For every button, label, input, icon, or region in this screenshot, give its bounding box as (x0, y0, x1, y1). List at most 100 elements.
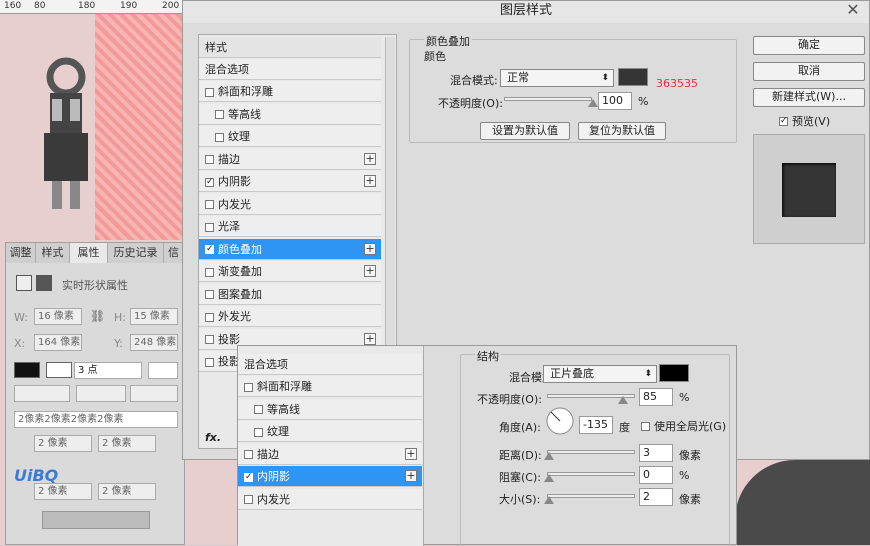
distance-slider[interactable] (544, 450, 635, 460)
size-input[interactable]: 2 (639, 488, 673, 506)
mask-mode-icon[interactable] (36, 275, 52, 291)
style-item[interactable]: 纹理 (238, 421, 422, 442)
opacity-input[interactable]: 100 (598, 92, 632, 110)
style-item[interactable]: ✓ 内阴影 + (238, 466, 422, 487)
tab-info[interactable]: 信 (164, 243, 184, 263)
style-checkbox[interactable] (215, 132, 224, 142)
style-item[interactable]: 内发光 (238, 488, 422, 510)
width-field[interactable]: 16 像素 (34, 308, 82, 325)
choke-input[interactable]: 0 (639, 466, 673, 484)
style-checkbox[interactable] (244, 382, 253, 392)
global-light-checkbox[interactable] (641, 421, 650, 431)
add-style-icon[interactable]: + (364, 332, 376, 345)
set-default-button[interactable]: 设置为默认值 (480, 122, 570, 140)
shape-mode-icon[interactable] (16, 275, 32, 291)
style-item[interactable]: 等高线 (199, 103, 381, 125)
radius-bl-field[interactable]: 2 像素 (34, 483, 92, 500)
style-checkbox[interactable] (244, 450, 253, 459)
style-checkbox[interactable] (205, 357, 214, 367)
overlay-color-swatch[interactable] (618, 68, 648, 86)
angle-dial-icon[interactable] (545, 406, 575, 436)
style-checkbox[interactable]: ✓ (205, 245, 214, 254)
add-style-icon[interactable]: + (364, 175, 376, 187)
blend-mode-select-2[interactable]: 正片叠底 ⬍ (543, 365, 657, 383)
add-style-icon[interactable]: + (364, 242, 376, 255)
blend-options-item[interactable]: 混合选项 (199, 59, 381, 80)
size-slider[interactable] (544, 494, 635, 504)
style-checkbox[interactable] (254, 405, 263, 414)
style-checkbox[interactable]: ✓ (244, 472, 253, 482)
tab-properties[interactable]: 属性 (70, 243, 108, 263)
style-checkbox[interactable] (205, 267, 214, 277)
add-style-icon[interactable]: + (405, 470, 417, 482)
distance-input[interactable]: 3 (639, 444, 673, 462)
style-item[interactable]: 图案叠加 (199, 283, 381, 305)
choke-slider[interactable] (544, 472, 635, 482)
join-select[interactable] (130, 385, 178, 402)
styles-scrollbar[interactable] (385, 37, 395, 347)
distance-slider-thumb[interactable] (544, 452, 554, 460)
stroke-style-select[interactable] (148, 362, 178, 379)
style-item[interactable]: 光泽 (199, 216, 381, 237)
radius-all-field[interactable]: 2像素2像素2像素2像素 (14, 411, 178, 428)
fill-color-swatch[interactable] (14, 362, 40, 378)
style-item[interactable]: 纹理 (199, 126, 381, 147)
cap-select[interactable] (76, 385, 126, 402)
add-style-icon[interactable]: + (364, 152, 376, 165)
preview-checkbox-row[interactable]: ✓ 预览(V) (779, 113, 830, 129)
style-checkbox[interactable] (205, 290, 214, 299)
style-item[interactable]: 渐变叠加 + (199, 261, 381, 282)
stroke-color-swatch[interactable] (46, 362, 72, 378)
close-icon[interactable]: ✕ (843, 1, 863, 19)
x-field[interactable]: 164 像素 (34, 334, 82, 351)
style-checkbox[interactable] (205, 335, 214, 344)
ok-button[interactable]: 确定 (753, 36, 865, 55)
style-item[interactable]: 描边 + (199, 148, 381, 170)
style-checkbox[interactable] (205, 87, 214, 97)
blend-options-item-2[interactable]: 混合选项 (238, 354, 422, 375)
shadow-color-swatch[interactable] (659, 364, 689, 382)
tab-history[interactable]: 历史记录 (108, 243, 164, 263)
opacity-slider[interactable] (504, 97, 598, 107)
opacity-input-2[interactable]: 85 (639, 388, 673, 406)
opacity-slider-thumb[interactable] (588, 99, 598, 107)
style-checkbox[interactable] (205, 200, 214, 209)
style-item[interactable]: 等高线 (238, 398, 422, 420)
cancel-button[interactable]: 取消 (753, 62, 865, 81)
fx-icon[interactable]: fx. (205, 431, 221, 444)
style-item[interactable]: 描边 + (238, 443, 422, 465)
style-checkbox[interactable] (205, 222, 214, 232)
styles-header[interactable]: 样式 (199, 37, 381, 58)
style-item[interactable]: 斜面和浮雕 (199, 81, 381, 102)
style-checkbox[interactable] (244, 495, 253, 504)
style-checkbox[interactable] (205, 312, 214, 322)
add-style-icon[interactable]: + (364, 265, 376, 277)
stroke-width-field[interactable]: 3 点 (74, 362, 142, 379)
add-style-icon[interactable]: + (405, 447, 417, 460)
style-item[interactable]: ✓ 内阴影 + (199, 171, 381, 192)
style-item[interactable]: 斜面和浮雕 (238, 376, 422, 397)
style-checkbox[interactable] (254, 427, 263, 437)
y-field[interactable]: 248 像素 (130, 334, 178, 351)
choke-slider-thumb[interactable] (544, 474, 554, 482)
blend-mode-select[interactable]: 正常 ⬍ (500, 69, 614, 87)
opacity-slider-thumb-2[interactable] (617, 396, 628, 404)
angle-input[interactable]: -135 (579, 416, 613, 434)
align-select[interactable] (14, 385, 70, 402)
style-item[interactable]: 内发光 (199, 193, 381, 215)
tab-styles[interactable]: 样式 (36, 243, 70, 263)
style-item[interactable]: ✓ 颜色叠加 + (199, 238, 381, 260)
height-field[interactable]: 15 像素 (130, 308, 178, 325)
reset-default-button[interactable]: 复位为默认值 (578, 122, 666, 140)
radius-tr-field[interactable]: 2 像素 (98, 435, 156, 452)
tab-adjustments[interactable]: 调整 (6, 243, 36, 263)
link-icon[interactable]: ⛓ (90, 309, 105, 323)
opacity-slider-2[interactable] (547, 394, 635, 404)
style-checkbox[interactable] (215, 110, 224, 119)
radius-br-field[interactable]: 2 像素 (98, 483, 156, 500)
style-checkbox[interactable]: ✓ (205, 177, 214, 187)
global-light-row[interactable]: 使用全局光(G) (641, 418, 726, 434)
radius-tl-field[interactable]: 2 像素 (34, 435, 92, 452)
preview-checkbox[interactable]: ✓ (779, 116, 788, 126)
style-item[interactable]: 外发光 (199, 306, 381, 327)
